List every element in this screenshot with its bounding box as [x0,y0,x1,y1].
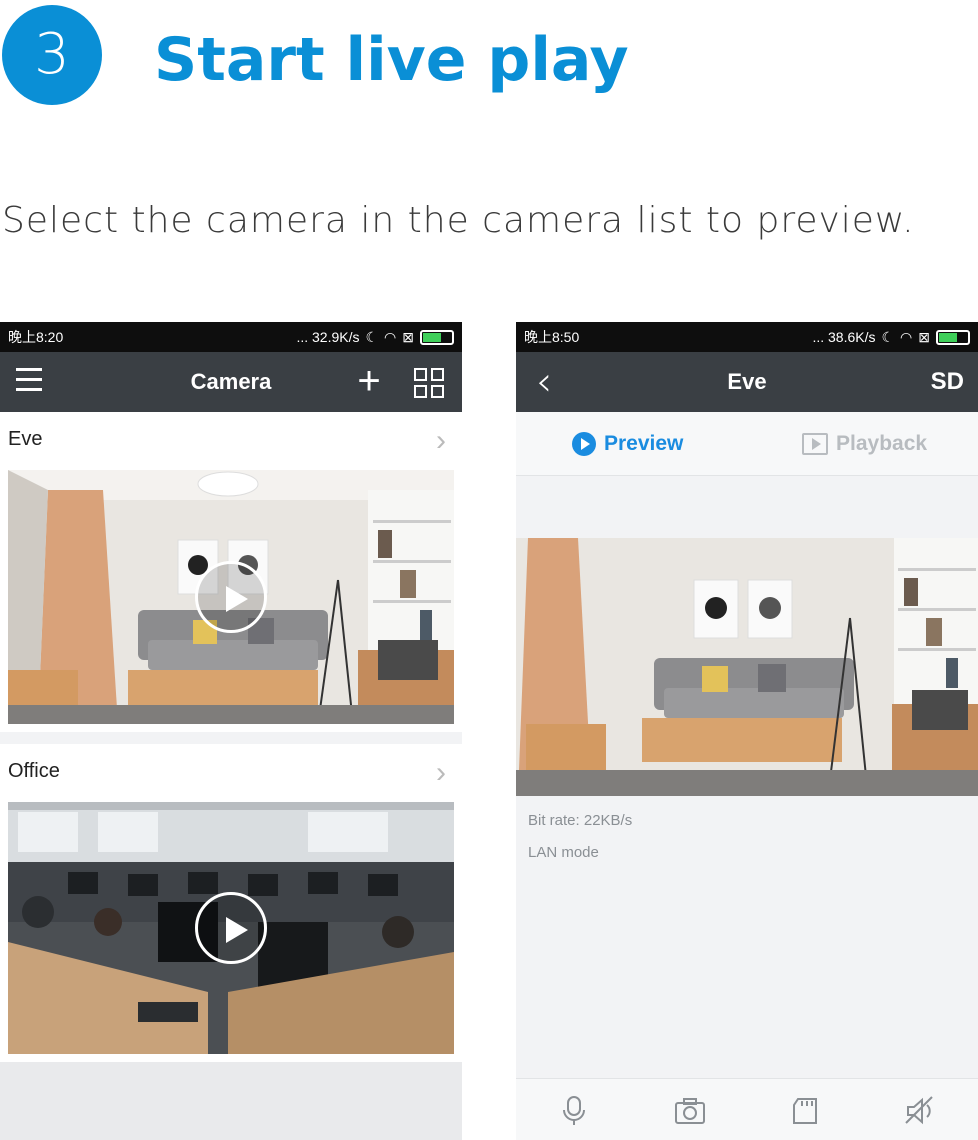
sd-button[interactable]: SD [931,352,964,412]
chevron-right-icon: › [436,756,446,789]
wifi-icon: ◠ [900,328,913,345]
navbar-title: Camera [190,369,272,394]
camera-thumbnail[interactable] [8,470,454,724]
list-footer [0,1062,462,1140]
camera-icon[interactable] [672,1093,708,1129]
wifi-icon: ◠ [384,328,397,345]
instruction-text: Select the camera in the camera list to … [2,200,915,241]
play-button[interactable] [195,892,267,964]
camera-list-item[interactable]: Office › [0,744,462,1062]
camera-list-screen: 晚上8:20 ... 32.9K/s ☾ ◠ ⊠ Camera + Eve › [0,322,462,1140]
grid-icon[interactable] [414,368,444,398]
mode-tabs: Preview Playback [516,412,978,476]
microphone-icon[interactable] [556,1093,592,1129]
navbar: ‹ Eve SD [516,352,978,412]
navbar-title: Eve [727,369,767,394]
camera-name: Office [8,760,60,782]
tab-label: Preview [604,432,684,455]
playback-icon [802,433,828,455]
connection-mode-text: LAN mode [528,844,599,861]
living-room-image [516,538,978,796]
preview-toolbar [516,1078,978,1140]
bitrate-text: Bit rate: 22KB/s [528,812,633,829]
page-title: Start live play [154,25,629,95]
camera-preview-screen: 晚上8:50 ... 38.6K/s ☾ ◠ ⊠ ‹ Eve SD Previe… [516,322,978,1140]
sd-card-icon[interactable] [788,1093,824,1129]
moon-icon: ☾ [881,328,895,345]
sim-icon: ⊠ [918,328,930,345]
play-circle-icon [572,432,596,456]
live-video[interactable] [516,538,978,796]
step-number-badge: 3 [2,5,102,105]
add-camera-button[interactable]: + [352,361,386,401]
battery-icon [936,329,970,345]
navbar: Camera + [0,352,462,412]
chevron-right-icon: › [436,424,446,457]
status-time: 晚上8:50 [524,329,580,345]
play-button[interactable] [195,561,267,633]
network-speed: ... 32.9K/s [296,329,360,345]
camera-name: Eve [8,428,43,450]
camera-thumbnail[interactable] [8,802,454,1054]
tab-preview[interactable]: Preview [572,412,683,476]
mute-icon[interactable] [902,1093,938,1129]
status-bar: 晚上8:20 ... 32.9K/s ☾ ◠ ⊠ [0,322,462,352]
tab-label: Playback [836,432,928,455]
battery-icon [420,329,454,345]
status-bar: 晚上8:50 ... 38.6K/s ☾ ◠ ⊠ [516,322,978,352]
sim-icon: ⊠ [402,328,414,345]
status-time: 晚上8:20 [8,329,64,345]
tab-playback[interactable]: Playback [802,412,927,476]
moon-icon: ☾ [365,328,379,345]
network-speed: ... 38.6K/s [812,329,876,345]
camera-list-item[interactable]: Eve › [0,412,462,732]
